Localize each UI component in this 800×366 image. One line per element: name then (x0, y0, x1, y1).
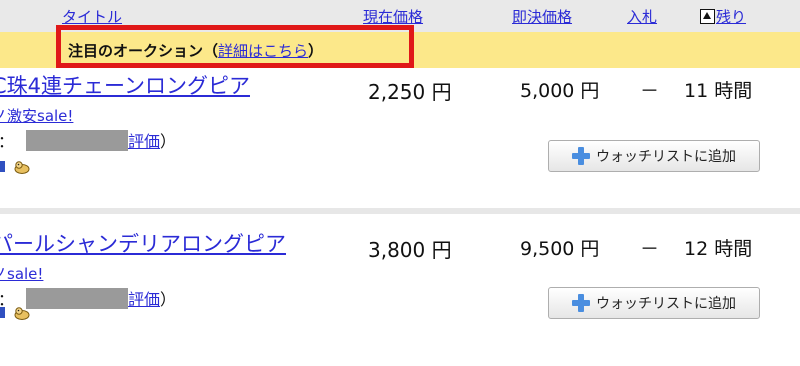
watchlist-button-label: ウォッチリストに追加 (596, 296, 736, 312)
sort-by-bids-link[interactable]: 入札 (627, 6, 657, 27)
sort-by-remaining[interactable]: 残り (700, 6, 746, 27)
sort-ascending-icon[interactable] (700, 9, 715, 24)
auction-item-row: パールシャンデリアロングピア ノsale! ： 評価） 3,800 円 9,50… (0, 226, 800, 366)
sort-by-remaining-link[interactable]: 残り (716, 8, 746, 26)
rating-paren: ） (160, 132, 177, 151)
sort-by-buyout-price-link[interactable]: 即決価格 (512, 6, 572, 27)
rating-paren: ） (160, 290, 177, 309)
featured-paren-open: （ (203, 42, 219, 60)
new-badge-icon (0, 307, 5, 318)
item-title-link[interactable]: パールシャンデリアロングピア (0, 228, 286, 258)
current-price: 3,800 円 (368, 238, 452, 262)
redacted-seller-name (26, 130, 128, 151)
item-title-link-continued[interactable]: ノsale! (0, 263, 43, 284)
item-title-link[interactable]: C珠4連チェーンロングピア (0, 70, 250, 100)
item-badges (0, 302, 31, 321)
sort-by-current-price-link[interactable]: 現在価格 (363, 6, 423, 27)
current-price: 2,250 円 (368, 80, 452, 104)
add-to-watchlist-button[interactable]: ウォッチリストに追加 (548, 287, 760, 319)
watchlist-button-label: ウォッチリストに追加 (596, 149, 736, 165)
add-to-watchlist-button[interactable]: ウォッチリストに追加 (548, 140, 760, 172)
featured-details-link[interactable]: 詳細はこちら (218, 42, 308, 60)
plus-icon (572, 147, 590, 165)
featured-title: 注目のオークション (68, 42, 204, 60)
buyout-price: 5,000 円 (520, 80, 600, 102)
redacted-seller-name (26, 288, 128, 309)
seller-rating-link[interactable]: 評価 (128, 290, 160, 309)
item-title-link-continued[interactable]: ノ激安sale! (0, 105, 73, 126)
plus-icon (572, 294, 590, 312)
bid-count: － (640, 238, 660, 260)
bid-count: － (640, 80, 660, 102)
row-divider (0, 208, 800, 214)
mascot-icon (14, 160, 30, 174)
item-badges (0, 156, 31, 175)
time-remaining: 11 時間 (684, 80, 753, 102)
time-remaining: 12 時間 (684, 238, 753, 260)
mascot-icon (14, 306, 30, 320)
seller-rating-link[interactable]: 評価 (128, 132, 160, 151)
featured-paren-close: ） (308, 42, 324, 60)
auction-item-row: C珠4連チェーンロングピア ノ激安sale! ： 評価） 2,250 円 5,0… (0, 68, 800, 208)
buyout-price: 9,500 円 (520, 238, 600, 260)
new-badge-icon (0, 161, 5, 172)
featured-auction-label: 注目のオークション（詳細はこちら） (68, 40, 323, 61)
sort-by-title-link[interactable]: タイトル (62, 6, 122, 27)
